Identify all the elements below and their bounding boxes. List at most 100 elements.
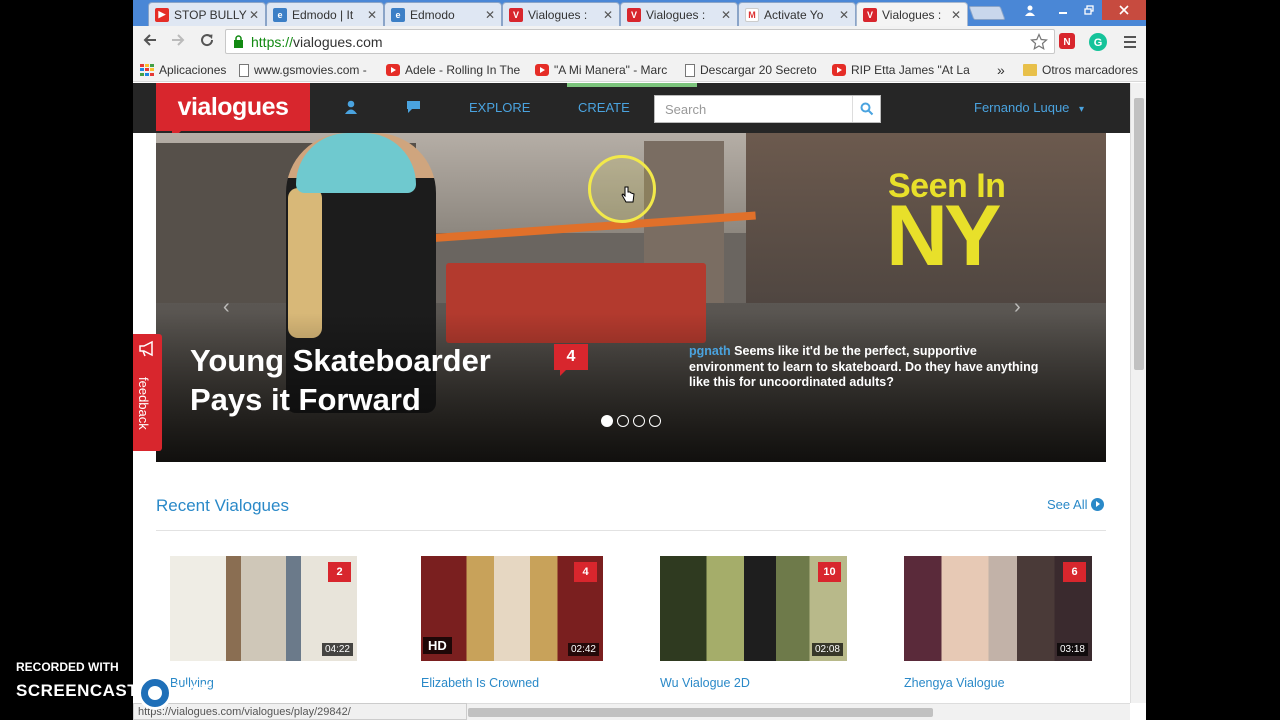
tab-title: Vialogues : bbox=[646, 7, 706, 22]
restore-icon[interactable] bbox=[1076, 0, 1102, 20]
search-input[interactable]: Search bbox=[665, 102, 706, 117]
tab-edmodo-2[interactable]: e Edmodo ✕ bbox=[384, 2, 502, 26]
carousel-prev-icon[interactable]: ‹ bbox=[223, 296, 230, 319]
tab-stop-bully[interactable]: ▶ STOP BULLY ✕ bbox=[148, 2, 266, 26]
create-highlight bbox=[567, 83, 697, 87]
youtube-icon: ▶ bbox=[155, 7, 169, 22]
bookmark-descargar[interactable]: Descargar 20 Secreto bbox=[685, 62, 821, 78]
video-thumbnail[interactable]: 4 HD 02:42 bbox=[421, 556, 603, 661]
bookmark-a-mi-manera[interactable]: "A Mi Manera" - Marc bbox=[535, 62, 673, 78]
video-card[interactable]: 6 03:18 Zhengya Vialogue bbox=[904, 556, 1092, 690]
video-duration: 04:22 bbox=[321, 643, 353, 656]
comment-count-badge: 4 bbox=[574, 562, 597, 582]
video-thumbnail[interactable]: 10 02:08 bbox=[660, 556, 847, 661]
vialogues-icon: V bbox=[509, 7, 523, 22]
vertical-scrollbar[interactable] bbox=[1130, 83, 1146, 703]
new-tab-button[interactable] bbox=[968, 6, 1006, 20]
watermark-line: MATIC bbox=[175, 681, 231, 700]
lock-icon bbox=[234, 35, 243, 48]
see-all-link[interactable]: See All bbox=[1047, 497, 1105, 512]
video-duration: 03:18 bbox=[1056, 643, 1088, 656]
video-title[interactable]: Zhengya Vialogue bbox=[904, 676, 1092, 690]
bookmark-apps[interactable]: Aplicaciones bbox=[140, 62, 230, 78]
tab-title: Edmodo bbox=[410, 7, 455, 22]
grammarly-icon[interactable]: G bbox=[1087, 31, 1109, 53]
close-icon[interactable]: ✕ bbox=[601, 8, 615, 22]
megaphone-icon bbox=[139, 340, 153, 357]
video-thumbnail[interactable]: 2 04:22 bbox=[170, 556, 357, 661]
bookmark-other[interactable]: Otros marcadores bbox=[1023, 62, 1143, 78]
carousel-dot[interactable] bbox=[649, 415, 661, 427]
carousel-dot[interactable] bbox=[633, 415, 645, 427]
tab-title: Activate Yo bbox=[764, 7, 824, 22]
video-title[interactable]: Elizabeth Is Crowned bbox=[421, 676, 603, 690]
scrollbar-thumb[interactable] bbox=[1134, 98, 1144, 370]
carousel-next-icon[interactable]: › bbox=[1014, 296, 1021, 319]
tab-vialogues-2[interactable]: V Vialogues : ✕ bbox=[620, 2, 738, 26]
close-icon[interactable]: ✕ bbox=[949, 8, 963, 22]
search-box[interactable]: Search bbox=[654, 95, 881, 123]
tab-vialogues-1[interactable]: V Vialogues : ✕ bbox=[502, 2, 620, 26]
bookmark-label: Descargar 20 Secreto bbox=[700, 63, 817, 77]
video-card[interactable]: 10 02:08 Wu Vialogue 2D bbox=[660, 556, 847, 690]
url-text: https://vialogues.com bbox=[251, 34, 383, 50]
hero-title[interactable]: Young Skateboarder Pays it Forward bbox=[190, 341, 570, 419]
video-card[interactable]: 4 HD 02:42 Elizabeth Is Crowned bbox=[421, 556, 603, 690]
menu-icon[interactable] bbox=[1119, 31, 1141, 53]
chat-icon[interactable] bbox=[406, 100, 422, 114]
address-bar[interactable]: https://vialogues.com bbox=[225, 29, 1055, 54]
comment-user[interactable]: pgnath bbox=[689, 344, 731, 358]
close-window-icon[interactable] bbox=[1102, 0, 1146, 20]
bookmark-etta-james[interactable]: RIP Etta James "At La bbox=[832, 62, 972, 78]
bookmark-label: Adele - Rolling In The bbox=[405, 63, 521, 77]
nav-create[interactable]: CREATE bbox=[578, 100, 630, 115]
watermark-line: RECORDED WITH bbox=[16, 660, 119, 674]
user-icon[interactable] bbox=[344, 100, 360, 114]
nav-explore[interactable]: EXPLORE bbox=[469, 100, 530, 115]
user-profile-icon[interactable] bbox=[1019, 0, 1041, 20]
extension-icon[interactable]: N bbox=[1057, 31, 1079, 53]
scrollbar-thumb[interactable] bbox=[468, 708, 933, 717]
video-duration: 02:08 bbox=[811, 643, 843, 656]
tab-strip: ▶ STOP BULLY ✕ e Edmodo | It ✕ e Edmodo … bbox=[133, 0, 1146, 26]
site-header: vialogues EXPLORE CREATE Search Fernando… bbox=[133, 83, 1130, 140]
bookmark-gsmovies[interactable]: www.gsmovies.com - bbox=[239, 62, 377, 78]
star-icon[interactable] bbox=[1030, 33, 1048, 51]
forward-icon[interactable] bbox=[167, 32, 189, 52]
close-icon[interactable]: ✕ bbox=[719, 8, 733, 22]
search-button[interactable] bbox=[852, 96, 880, 122]
screencast-watermark: RECORDED WITH SCREENCAST MATIC bbox=[16, 660, 256, 720]
youtube-icon bbox=[832, 64, 846, 76]
close-icon[interactable]: ✕ bbox=[247, 8, 261, 22]
minimize-icon[interactable] bbox=[1050, 0, 1076, 20]
feedback-tab[interactable]: feedback bbox=[133, 334, 162, 451]
carousel-dot[interactable] bbox=[617, 415, 629, 427]
comment-count-badge: 4 bbox=[554, 344, 588, 376]
tab-edmodo-1[interactable]: e Edmodo | It ✕ bbox=[266, 2, 384, 26]
tab-gmail[interactable]: M Activate Yo ✕ bbox=[738, 2, 856, 26]
bookmarks-bar: Aplicaciones www.gsmovies.com - Adele - … bbox=[133, 58, 1146, 82]
bookmark-label: www.gsmovies.com - bbox=[254, 63, 367, 77]
carousel-dot[interactable] bbox=[601, 415, 613, 427]
hand-cursor-icon bbox=[621, 186, 635, 203]
reload-icon[interactable] bbox=[196, 32, 218, 52]
close-icon[interactable]: ✕ bbox=[483, 8, 497, 22]
edmodo-icon: e bbox=[391, 7, 405, 22]
hero-carousel[interactable]: Seen In NY Young Skateboarder Pays it Fo… bbox=[156, 133, 1106, 462]
video-thumbnail[interactable]: 6 03:18 bbox=[904, 556, 1092, 661]
video-title[interactable]: Wu Vialogue 2D bbox=[660, 676, 847, 690]
back-icon[interactable] bbox=[139, 32, 161, 52]
bookmarks-overflow-button[interactable]: » bbox=[997, 62, 1011, 78]
arrow-circle-icon bbox=[1091, 498, 1105, 511]
url-host: vialogues.com bbox=[293, 34, 383, 50]
close-icon[interactable]: ✕ bbox=[365, 8, 379, 22]
site-logo[interactable]: vialogues bbox=[156, 83, 310, 140]
edmodo-icon: e bbox=[273, 7, 287, 22]
tab-vialogues-active[interactable]: V Vialogues : ✕ bbox=[856, 2, 968, 26]
page-icon bbox=[685, 63, 695, 77]
user-menu[interactable]: Fernando Luque ▾ bbox=[974, 100, 1084, 115]
bookmark-adele[interactable]: Adele - Rolling In The bbox=[386, 62, 526, 78]
gmail-icon: M bbox=[745, 7, 759, 22]
close-icon[interactable]: ✕ bbox=[837, 8, 851, 22]
screencast-logo-icon bbox=[138, 676, 172, 710]
